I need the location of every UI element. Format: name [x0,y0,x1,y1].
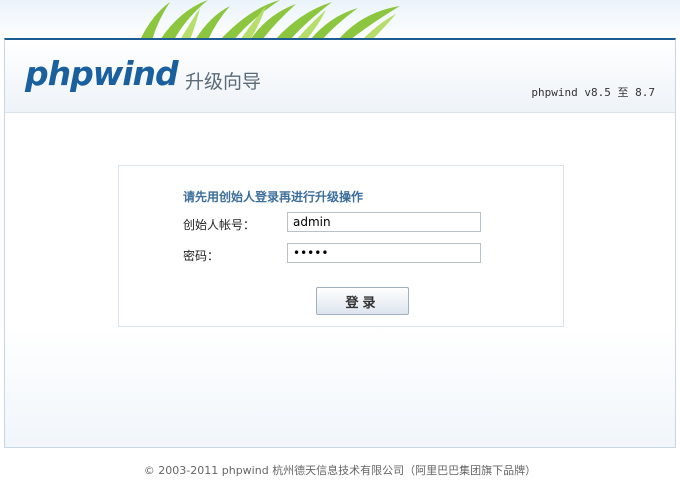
account-input[interactable] [287,212,481,232]
password-label: 密码： [183,249,220,263]
version-info: phpwind v8.5 至 8.7 [531,86,655,99]
page-header: phpwind 升级向导 phpwind v8.5 至 8.7 [5,40,675,113]
sky-banner [0,0,680,40]
login-notice: 请先用创始人登录再进行升级操作 [183,190,364,204]
account-label: 创始人帐号： [183,218,256,232]
phpwind-logo: phpwind [25,54,179,93]
page-title: 升级向导 [185,71,262,93]
password-input[interactable] [287,243,481,263]
main-frame: phpwind 升级向导 phpwind v8.5 至 8.7 请先用创始人登录… [4,38,676,448]
login-form: 请先用创始人登录再进行升级操作 创始人帐号： 密码： 登录 [118,165,564,327]
login-button[interactable]: 登录 [316,287,409,315]
grass-decoration [140,0,400,40]
footer-copyright: © 2003-2011 phpwind 杭州德天信息技术有限公司（阿里巴巴集团旗… [143,464,537,477]
